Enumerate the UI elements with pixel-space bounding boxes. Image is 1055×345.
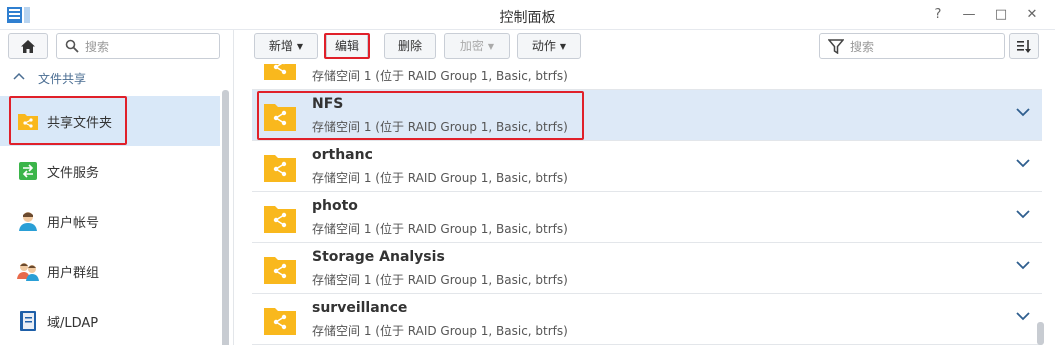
sidebar-item-label: 用户帐号 <box>47 216 100 231</box>
home-button[interactable] <box>8 33 48 59</box>
action-label: 动作 <box>531 39 556 53</box>
folder-location: 存储空间 1 (位于 RAID Group 1, Basic, btrfs) <box>312 273 568 287</box>
sidebar: 文件共享 共享文件夹 文件服务 用户帐号 <box>0 30 234 345</box>
shared-folder-icon <box>264 155 296 182</box>
folder-name: Storage Analysis <box>312 249 445 265</box>
sort-icon <box>1017 39 1031 53</box>
search-icon <box>65 39 79 53</box>
section-label: 文件共享 <box>38 72 87 86</box>
chevron-down-icon[interactable] <box>1016 312 1030 321</box>
folder-name: orthanc <box>312 147 373 163</box>
toolbar: 新增 ▼ 编辑 删除 加密 ▼ 动作 ▼ <box>235 30 1055 64</box>
folder-location: 存储空间 1 (位于 RAID Group 1, Basic, btrfs) <box>312 324 568 338</box>
shared-folder-icon <box>264 308 296 335</box>
filter-search-input[interactable] <box>850 38 998 55</box>
shared-folder-list: 存储空间 1 (位于 RAID Group 1, Basic, btrfs) N… <box>252 64 1042 345</box>
maximize-button[interactable]: □ <box>992 6 1010 24</box>
group-icon <box>17 263 39 281</box>
caret-down-icon: ▼ <box>487 42 495 51</box>
minimize-button[interactable]: — <box>960 6 978 24</box>
encrypt-label: 加密 <box>459 39 484 53</box>
chevron-down-icon[interactable] <box>1016 159 1030 168</box>
chevron-down-icon[interactable] <box>1016 261 1030 270</box>
encrypt-button[interactable]: 加密 ▼ <box>444 33 510 59</box>
folder-location: 存储空间 1 (位于 RAID Group 1, Basic, btrfs) <box>312 69 568 83</box>
list-item[interactable]: 存储空间 1 (位于 RAID Group 1, Basic, btrfs) <box>252 64 1042 90</box>
list-item[interactable]: orthanc 存储空间 1 (位于 RAID Group 1, Basic, … <box>252 141 1042 192</box>
sidebar-item-file-services[interactable]: 文件服务 <box>0 146 220 196</box>
list-item[interactable]: photo 存储空间 1 (位于 RAID Group 1, Basic, bt… <box>252 192 1042 243</box>
filter-icon <box>828 39 844 54</box>
delete-button[interactable]: 删除 <box>384 33 436 59</box>
highlight-box <box>257 91 584 140</box>
folder-location: 存储空间 1 (位于 RAID Group 1, Basic, btrfs) <box>312 171 568 185</box>
sidebar-item-domain-ldap[interactable]: 域/LDAP <box>0 296 220 345</box>
help-button[interactable]: ? <box>929 6 947 24</box>
delete-label: 删除 <box>397 39 422 53</box>
shared-folder-icon <box>264 257 296 284</box>
highlight-box <box>9 96 127 145</box>
sidebar-item-group[interactable]: 用户群组 <box>0 246 220 296</box>
highlight-box <box>324 33 370 59</box>
sidebar-item-label: 域/LDAP <box>47 316 99 331</box>
sidebar-search[interactable] <box>56 33 220 59</box>
file-services-icon <box>19 162 37 180</box>
folder-name: photo <box>312 198 358 214</box>
list-item[interactable]: surveillance 存储空间 1 (位于 RAID Group 1, Ba… <box>252 294 1042 345</box>
create-button[interactable]: 新增 ▼ <box>254 33 318 59</box>
close-button[interactable]: ✕ <box>1023 6 1041 24</box>
create-label: 新增 <box>268 39 293 53</box>
caret-down-icon: ▼ <box>559 42 567 51</box>
user-icon <box>19 212 37 231</box>
shared-folder-icon <box>264 206 296 233</box>
folder-name: surveillance <box>312 300 408 316</box>
sidebar-search-input[interactable] <box>85 38 213 55</box>
list-scrollbar[interactable] <box>1037 322 1044 345</box>
title-bar: 控制面板 ? — □ ✕ <box>0 0 1055 30</box>
chevron-down-icon[interactable] <box>1016 210 1030 219</box>
chevron-up-icon <box>13 72 25 80</box>
sort-button[interactable] <box>1009 33 1039 59</box>
caret-down-icon: ▼ <box>296 42 304 51</box>
filter-search[interactable] <box>819 33 1005 59</box>
domain-ldap-icon <box>20 311 36 331</box>
sidebar-item-label: 用户群组 <box>47 266 100 281</box>
window-title: 控制面板 <box>499 10 556 26</box>
sidebar-item-user[interactable]: 用户帐号 <box>0 196 220 246</box>
folder-location: 存储空间 1 (位于 RAID Group 1, Basic, btrfs) <box>312 222 568 236</box>
section-file-sharing[interactable]: 文件共享 <box>0 64 220 90</box>
list-item[interactable]: Storage Analysis 存储空间 1 (位于 RAID Group 1… <box>252 243 1042 294</box>
chevron-down-icon[interactable] <box>1016 108 1030 117</box>
sidebar-item-label: 文件服务 <box>47 166 100 181</box>
sidebar-scrollbar[interactable] <box>222 90 229 345</box>
home-icon <box>21 39 35 53</box>
shared-folder-icon <box>264 64 296 80</box>
action-button[interactable]: 动作 ▼ <box>517 33 581 59</box>
